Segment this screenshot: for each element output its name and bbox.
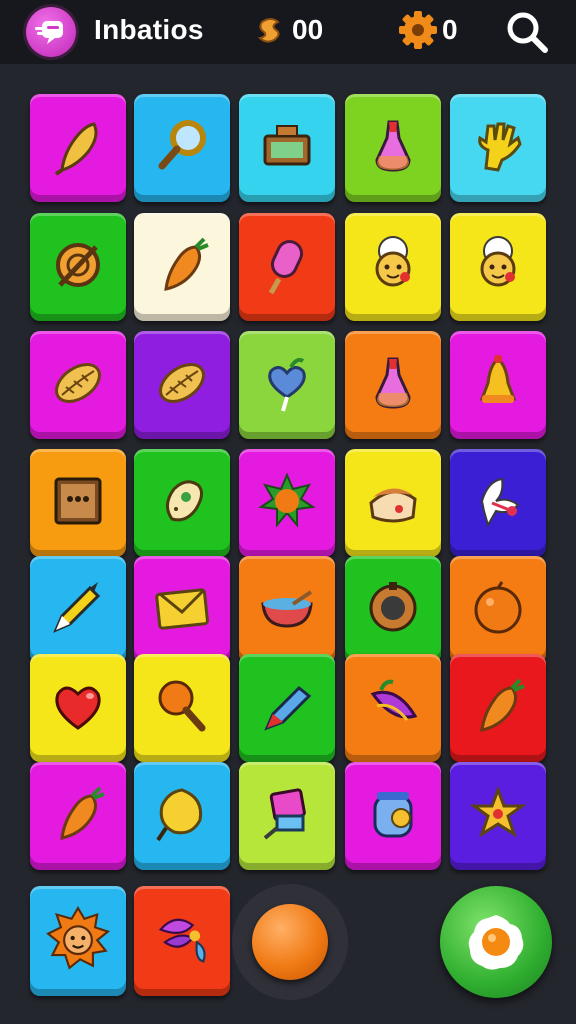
- bird-icon: [480, 477, 520, 528]
- lemon-icon: [156, 788, 203, 842]
- board-tile[interactable]: [345, 556, 441, 664]
- flower-icon: [158, 918, 206, 963]
- board-tile[interactable]: [239, 449, 335, 557]
- popsicle-icon: [268, 240, 304, 295]
- carrot-icon: [164, 237, 209, 291]
- board-tile[interactable]: [450, 654, 546, 762]
- board-tile[interactable]: [345, 331, 441, 439]
- board-tile[interactable]: [450, 762, 546, 870]
- board-tile[interactable]: [450, 213, 546, 321]
- board-tile[interactable]: [134, 94, 230, 202]
- pie-icon: [369, 488, 417, 523]
- seed-icon: [159, 363, 205, 403]
- egg-icon: [166, 480, 203, 522]
- board-tile[interactable]: [239, 762, 335, 870]
- lollipop-icon: [158, 680, 206, 732]
- tray-tile[interactable]: [134, 886, 230, 996]
- board-icon: [54, 477, 102, 525]
- board-tile[interactable]: [345, 94, 441, 202]
- board-tile[interactable]: [345, 762, 441, 870]
- board-tile[interactable]: [239, 654, 335, 762]
- orange-icon: [474, 581, 522, 634]
- board-tile[interactable]: [30, 94, 126, 202]
- board-tile[interactable]: [134, 654, 230, 762]
- board-tile[interactable]: [450, 449, 546, 557]
- board-tile[interactable]: [30, 331, 126, 439]
- board-tile[interactable]: [134, 762, 230, 870]
- jar-icon: [373, 792, 413, 838]
- potion-bottle-icon: [375, 357, 411, 409]
- game-title: Inbatios: [94, 14, 204, 45]
- seed-icon: [55, 363, 101, 403]
- coin-stack-icon: [256, 14, 286, 53]
- board-tile[interactable]: [30, 762, 126, 870]
- star-icon: [469, 785, 527, 838]
- potion-bottle-icon: [375, 120, 411, 172]
- heart-icon: [55, 686, 101, 730]
- board-tile[interactable]: [450, 556, 546, 664]
- board-tile[interactable]: [239, 331, 335, 439]
- carrot-icon: [480, 678, 525, 732]
- leaf-icon: [370, 679, 418, 721]
- orange-orb-icon[interactable]: [252, 904, 328, 980]
- gear-icon[interactable]: [399, 10, 437, 55]
- glove-icon: [478, 122, 522, 172]
- orb-slot[interactable]: [232, 884, 348, 1000]
- board-tile[interactable]: [450, 94, 546, 202]
- gear-count: 0: [442, 14, 458, 45]
- board-tile[interactable]: [134, 556, 230, 664]
- sun-icon: [258, 472, 316, 528]
- fried-egg-button[interactable]: [440, 886, 552, 998]
- bowl-icon: [261, 590, 313, 628]
- ring-icon: [369, 582, 417, 632]
- board-tile[interactable]: [30, 449, 126, 557]
- crayon-icon: [264, 685, 312, 731]
- board-tile[interactable]: [30, 213, 126, 321]
- chat-bubble-icon[interactable]: [26, 7, 76, 57]
- pencil-icon: [53, 582, 101, 633]
- treasure-chest-icon: [263, 125, 311, 166]
- board-tile[interactable]: [345, 213, 441, 321]
- board-tile[interactable]: [134, 331, 230, 439]
- board-tile[interactable]: [239, 556, 335, 664]
- heart-lollipop-icon: [268, 357, 306, 412]
- chef-face-icon: [375, 236, 411, 287]
- eraser-icon: [263, 788, 306, 840]
- board-tile[interactable]: [239, 213, 335, 321]
- search-icon[interactable]: [505, 10, 549, 59]
- lion-icon: [46, 906, 110, 970]
- board-tile[interactable]: [134, 213, 230, 321]
- envelope-icon: [155, 588, 209, 630]
- chef-face-icon: [480, 236, 516, 287]
- board-tile[interactable]: [345, 449, 441, 557]
- bell-icon: [479, 355, 517, 403]
- fried-egg-icon: [468, 915, 524, 970]
- board-tile[interactable]: [30, 654, 126, 762]
- magnifier-icon: [158, 120, 206, 170]
- board-tile[interactable]: [30, 556, 126, 664]
- board-tile[interactable]: [345, 654, 441, 762]
- coin-count: 00: [292, 14, 324, 45]
- board-tile[interactable]: [239, 94, 335, 202]
- carrot-icon: [60, 786, 105, 840]
- board-tile[interactable]: [134, 449, 230, 557]
- shield-icon: [56, 243, 100, 287]
- game-board: [30, 94, 548, 870]
- feather-icon: [54, 122, 98, 176]
- tray-tile[interactable]: [30, 886, 126, 996]
- top-bar: Inbatios 00 0: [0, 0, 576, 64]
- board-tile[interactable]: [450, 331, 546, 439]
